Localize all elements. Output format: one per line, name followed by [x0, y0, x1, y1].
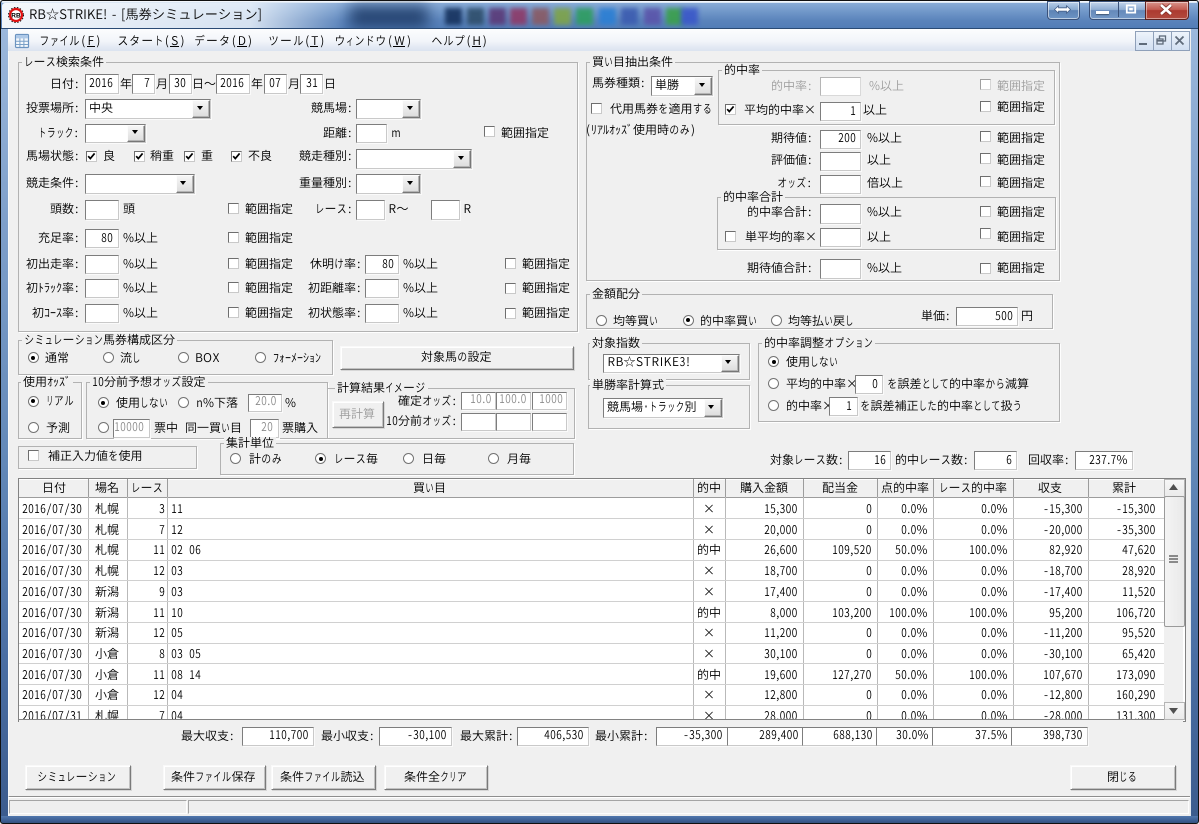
svg-text:RB: RB: [11, 13, 21, 20]
